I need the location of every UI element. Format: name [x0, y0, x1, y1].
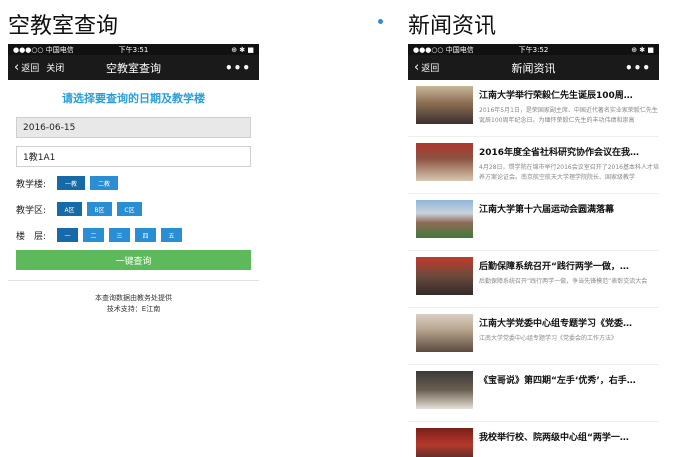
footer-support: 技术支持：E江南 — [106, 305, 161, 313]
floor-option-5[interactable]: 五 — [161, 228, 182, 242]
floor-label: 楼 层: — [16, 231, 47, 242]
building-row: 教学楼: 一教 二教 — [16, 175, 251, 191]
footer: 本查询数据由教务处提供 技术支持：E江南 — [8, 293, 259, 315]
building-option-2[interactable]: 二教 — [90, 176, 118, 190]
news-snippet: 后勤保障系统召开“践行两学一做，争当先锋模范”表彰交流大会 — [479, 278, 648, 285]
news-title: 江南大学举行荣毅仁先生诞辰100周… — [479, 91, 633, 101]
news-title: 后勤保障系统召开“践行两学一做，… — [479, 262, 629, 272]
query-button[interactable]: 一键查询 — [16, 250, 251, 270]
news-title: 《宝哥说》第四期“左手‘优秀’，右手… — [479, 376, 636, 386]
classroom-screen: ●●●○○ 中国电信 下午3:51 ⊕ ✱ ■ ‹ 返回 关闭 空教室查询 ••… — [8, 44, 259, 324]
zone-label: 教学区: — [16, 205, 47, 216]
floor-option-3[interactable]: 三 — [109, 228, 130, 242]
more-icon[interactable]: ••• — [225, 61, 251, 75]
news-thumbnail — [416, 371, 473, 409]
zone-row: 教学区: A区 B区 C区 — [16, 201, 251, 217]
news-item[interactable]: 我校举行校、院两级中心组“两学一… — [408, 422, 659, 457]
carrier-text: ●●●○○ 中国电信 — [413, 45, 474, 54]
news-screen: ●●●○○ 中国电信 下午3:52 ⊕ ✱ ■ ‹ 返回 新闻资讯 ••• 江南… — [408, 44, 659, 457]
news-snippet: 江南大学党委中心组专题学习《党委会的工作方法》 — [479, 335, 618, 342]
news-snippet — [479, 220, 659, 240]
building-label: 教学楼: — [16, 179, 47, 190]
news-title: 江南大学党委中心组专题学习《党委… — [479, 319, 633, 329]
floor-option-2[interactable]: 二 — [83, 228, 104, 242]
more-icon[interactable]: ••• — [625, 61, 651, 75]
nav-bar: ‹ 返回 新闻资讯 ••• — [408, 55, 659, 80]
news-item[interactable]: 后勤保障系统召开“践行两学一做，… 后勤保障系统召开“践行两学一做，争当先锋模范… — [408, 251, 659, 308]
date-field[interactable]: 2016-06-15 — [16, 117, 251, 138]
building-field[interactable]: 1教1A1 — [16, 146, 251, 167]
news-item[interactable]: 《宝哥说》第四期“左手‘优秀’，右手… — [408, 365, 659, 422]
status-bar: ●●●○○ 中国电信 下午3:51 ⊕ ✱ ■ — [8, 44, 259, 55]
page-title: 新闻资讯 — [511, 61, 556, 75]
footer-source: 本查询数据由教务处提供 — [95, 294, 172, 302]
status-bar: ●●●○○ 中国电信 下午3:52 ⊕ ✱ ■ — [408, 44, 659, 55]
news-item[interactable]: 江南大学举行荣毅仁先生诞辰100周… 2016年5月1日，是荣国家副主席、中国近… — [408, 80, 659, 137]
news-thumbnail — [416, 428, 473, 457]
news-thumbnail — [416, 143, 473, 181]
news-item[interactable]: 2016年度全省社科研究协作会议在我… 4月28日，瓒学院在锦市举行2016会议… — [408, 137, 659, 194]
floor-row: 楼 层: 一 二 三 四 五 — [16, 227, 251, 243]
news-title: 2016年度全省社科研究协作会议在我… — [479, 148, 640, 158]
query-heading: 请选择要查询的日期及教学楼 — [62, 92, 205, 105]
divider — [8, 280, 259, 281]
news-thumbnail — [416, 86, 473, 124]
news-item[interactable]: 江南大学党委中心组专题学习《党委… 江南大学党委中心组专题学习《党委会的工作方法… — [408, 308, 659, 365]
news-thumbnail — [416, 257, 473, 295]
news-list: 江南大学举行荣毅仁先生诞辰100周… 2016年5月1日，是荣国家副主席、中国近… — [408, 80, 659, 457]
news-title: 我校举行校、院两级中心组“两学一… — [479, 433, 629, 443]
page-title: 空教室查询 — [106, 61, 161, 75]
building-option-1[interactable]: 一教 — [57, 176, 85, 190]
news-snippet: 2016年5月1日，是荣国家副主席、中国近代著名实业家荣毅仁先生诞辰100周年纪… — [479, 107, 658, 124]
battery-icon: ⊕ ✱ ■ — [231, 45, 254, 54]
news-snippet — [479, 391, 659, 411]
zone-option-c[interactable]: C区 — [117, 202, 142, 216]
news-snippet: 4月28日，瓒学院在锦市举行2016会议室召开了2016基本科人才培养方案论证会… — [479, 164, 659, 181]
battery-icon: ⊕ ✱ ■ — [631, 45, 654, 54]
bullet-dot — [378, 19, 383, 24]
section-title-classroom: 空教室查询 — [8, 14, 119, 39]
news-thumbnail — [416, 200, 473, 238]
floor-option-4[interactable]: 四 — [135, 228, 156, 242]
floor-option-1[interactable]: 一 — [57, 228, 78, 242]
news-thumbnail — [416, 314, 473, 352]
news-title: 江南大学第十六届运动会圆满落幕 — [479, 205, 615, 215]
section-title-news: 新闻资讯 — [408, 14, 497, 39]
zone-option-b[interactable]: B区 — [87, 202, 112, 216]
carrier-text: ●●●○○ 中国电信 — [13, 45, 74, 54]
zone-option-a[interactable]: A区 — [57, 202, 82, 216]
nav-bar: ‹ 返回 关闭 空教室查询 ••• — [8, 55, 259, 80]
news-snippet — [479, 448, 659, 457]
news-item[interactable]: 江南大学第十六届运动会圆满落幕 — [408, 194, 659, 251]
